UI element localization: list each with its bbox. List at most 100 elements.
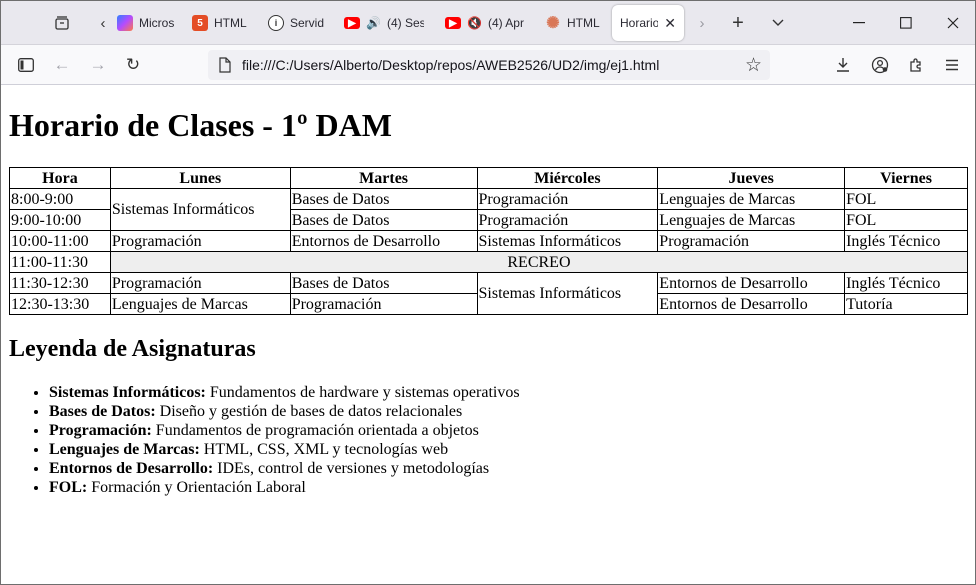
table-cell: Bases de Datos (289, 188, 478, 210)
extensions-icon[interactable] (902, 51, 930, 79)
legend-desc: Fundamentos de programación orientada a … (151, 422, 479, 439)
navigation-toolbar: ← → ↻ file:///C:/Users/Alberto/Desktop/r… (1, 45, 975, 85)
browser-window: ‹ Micros 5 HTML i Servid ▶ 🔊 (4) Ses ▶ 🔇… (0, 0, 976, 585)
minimize-icon[interactable] (836, 1, 882, 45)
tab-title: HTML (214, 16, 247, 30)
sidebar-icon[interactable] (12, 51, 40, 79)
legend-desc: Fundamentos de hardware y sistemas opera… (205, 384, 520, 401)
tab-title: (4) Apr (487, 16, 524, 30)
url-bar[interactable]: file:///C:/Users/Alberto/Desktop/repos/A… (208, 50, 770, 80)
table-row-break: 11:00-11:30 RECREO (9, 251, 969, 273)
table-cell: Bases de Datos (289, 272, 478, 294)
table-header-row: Hora Lunes Martes Miércoles Jueves Viern… (9, 167, 968, 189)
time-cell: 11:00-11:30 (9, 251, 111, 273)
table-cell: FOL (844, 188, 968, 210)
table-cell: Entornos de Desarrollo (657, 272, 846, 294)
list-item: FOL: Formación y Orientación Laboral (49, 478, 520, 497)
close-tab-icon[interactable]: ✕ (664, 15, 676, 32)
tab-title: (4) Ses (386, 16, 424, 30)
time-cell: 8:00-9:00 (9, 188, 111, 210)
tab-groups-icon[interactable] (49, 10, 75, 36)
bookmark-star-icon[interactable]: ☆ (745, 54, 762, 77)
table-cell: Entornos de Desarrollo (657, 293, 846, 315)
downloads-icon[interactable] (829, 51, 857, 79)
page-file-icon (218, 57, 232, 78)
tab-title: Micros (139, 16, 175, 30)
table-cell: Tutoría (844, 293, 968, 315)
time-cell: 11:30-12:30 (9, 272, 111, 294)
forward-icon[interactable]: → (84, 51, 112, 79)
legend-term: Lenguajes de Marcas: (49, 441, 200, 458)
speaker-icon[interactable]: 🔊 (366, 16, 381, 30)
scroll-tabs-right-icon[interactable]: › (689, 10, 715, 36)
page-title: Horario de Clases - 1º DAM (9, 107, 392, 143)
table-cell: Programación (109, 230, 291, 252)
legend-desc: IDEs, control de versiones y metodología… (213, 460, 490, 477)
table-cell: Entornos de Desarrollo (289, 230, 478, 252)
youtube-icon: ▶ (445, 17, 461, 29)
reload-icon[interactable]: ↻ (119, 51, 147, 79)
tab-title: Servid (290, 16, 325, 30)
list-item: Programación: Fundamentos de programació… (49, 421, 520, 440)
page-content: Horario de Clases - 1º DAM Hora Lunes Ma… (1, 86, 975, 584)
table-cell: Inglés Técnico (844, 230, 968, 252)
tab-youtube-1[interactable]: ▶ 🔊 (4) Ses (340, 9, 424, 37)
table-cell: Bases de Datos (289, 209, 478, 231)
tab-youtube-2[interactable]: ▶ 🔇 (4) Apr (441, 9, 525, 37)
tab-html-w3[interactable]: 5 HTML (188, 9, 258, 37)
table-cell: FOL (844, 209, 968, 231)
table-cell: Programación (289, 293, 478, 315)
legend-term: Sistemas Informáticos: (49, 384, 206, 401)
legend-list: Sistemas Informáticos: Fundamentos de ha… (9, 383, 520, 497)
table-cell: Lenguajes de Marcas (657, 209, 846, 231)
list-all-tabs-icon[interactable] (765, 10, 791, 36)
schedule-table: Hora Lunes Martes Miércoles Jueves Viern… (9, 167, 969, 315)
list-item: Sistemas Informáticos: Fundamentos de ha… (49, 383, 520, 402)
list-item: Lenguajes de Marcas: HTML, CSS, XML y te… (49, 440, 520, 459)
header-cell: Jueves (657, 167, 846, 189)
tab-copilot[interactable]: Micros (113, 9, 175, 37)
legend-term: Entornos de Desarrollo: (49, 460, 214, 477)
menu-icon[interactable] (938, 51, 966, 79)
header-cell: Lunes (109, 167, 291, 189)
time-cell: 9:00-10:00 (9, 209, 111, 231)
table-cell: Inglés Técnico (844, 272, 968, 294)
url-text: file:///C:/Users/Alberto/Desktop/repos/A… (242, 57, 660, 73)
legend-desc: Formación y Orientación Laboral (87, 479, 306, 496)
time-cell: 12:30-13:30 (9, 293, 111, 315)
table-cell: Sistemas Informáticos (476, 230, 659, 252)
maximize-icon[interactable] (883, 1, 929, 45)
table-cell: Programación (109, 272, 291, 294)
new-tab-icon[interactable]: + (725, 10, 751, 36)
table-cell: Lenguajes de Marcas (657, 188, 846, 210)
header-cell: Hora (9, 167, 111, 189)
back-icon[interactable]: ← (48, 51, 76, 79)
header-cell: Martes (289, 167, 478, 189)
table-row: 8:00-9:00 Sistemas Informáticos Bases de… (9, 188, 968, 231)
tab-servidor[interactable]: i Servid (264, 9, 326, 37)
table-cell: Lenguajes de Marcas (109, 293, 291, 315)
close-window-icon[interactable] (930, 1, 975, 45)
header-cell: Miércoles (476, 167, 659, 189)
list-item: Bases de Datos: Diseño y gestión de base… (49, 402, 520, 421)
legend-term: Bases de Datos: (49, 403, 156, 420)
tab-horario-active[interactable]: Horario ✕ (612, 5, 684, 41)
table-cell: Programación (657, 230, 846, 252)
time-cell: 10:00-11:00 (9, 230, 111, 252)
info-icon: i (268, 15, 284, 31)
html5-icon: 5 (192, 15, 208, 31)
table-cell: Sistemas Informáticos (476, 272, 659, 315)
table-cell: Sistemas Informáticos (109, 188, 291, 231)
tab-claude[interactable]: ✺ HTML (541, 9, 603, 37)
muted-speaker-icon[interactable]: 🔇 (467, 16, 482, 30)
claude-icon: ✺ (546, 15, 560, 32)
list-item: Entornos de Desarrollo: IDEs, control de… (49, 459, 520, 478)
account-icon[interactable] (866, 51, 894, 79)
legend-term: Programación: (49, 422, 152, 439)
tab-title: HTML (567, 16, 600, 30)
youtube-icon: ▶ (344, 17, 360, 29)
tab-title: Horario (620, 16, 659, 30)
header-cell: Viernes (844, 167, 968, 189)
table-cell: Programación (476, 209, 659, 231)
tab-strip: ‹ Micros 5 HTML i Servid ▶ 🔊 (4) Ses ▶ 🔇… (1, 1, 975, 45)
